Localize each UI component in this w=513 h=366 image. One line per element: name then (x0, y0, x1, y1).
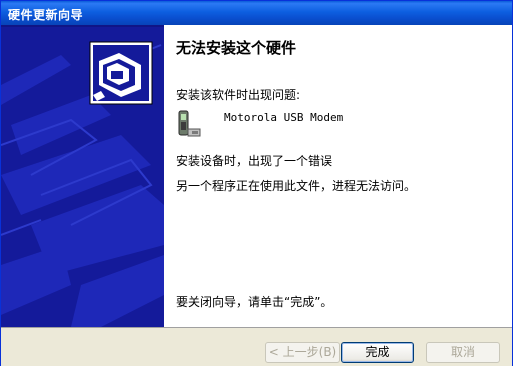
button-bar: < 上一步(B) 完成 取消 (1, 327, 512, 366)
problem-intro-text: 安装该软件时出现问题: (176, 88, 301, 102)
wizard-side-panel (1, 25, 164, 327)
side-panel-graphic (1, 25, 164, 327)
error-message-line1: 安装设备时，出现了一个错误 (176, 154, 333, 168)
error-message-line2: 另一个程序正在使用此文件，进程无法访问。 (176, 179, 417, 193)
device-name: Motorola USB Modem (224, 111, 344, 124)
wizard-content: 无法安装这个硬件 安装该软件时出现问题: Motorola USB Modem … (164, 25, 512, 327)
window-title: 硬件更新向导 (8, 8, 84, 22)
back-button[interactable]: < 上一步(B) (265, 342, 340, 363)
hardware-icon (89, 41, 153, 105)
close-hint-text: 要关闭向导，请单击“完成”。 (176, 295, 333, 309)
finish-button[interactable]: 完成 (341, 342, 414, 363)
hardware-update-wizard-window: 硬件更新向导 无法安装这个硬件 安装该软件时出现问题: Motorola USB… (0, 0, 513, 366)
page-heading: 无法安装这个硬件 (176, 39, 297, 57)
cancel-button[interactable]: 取消 (426, 342, 500, 363)
modem-phone-icon (178, 110, 201, 137)
title-bar[interactable]: 硬件更新向导 (1, 1, 512, 25)
